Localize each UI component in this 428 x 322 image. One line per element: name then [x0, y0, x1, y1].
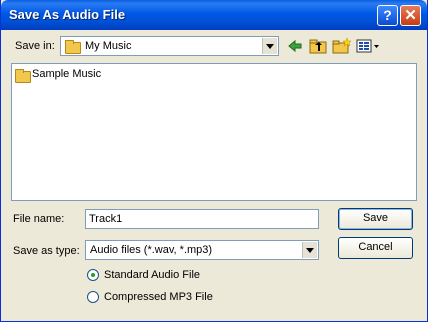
up-folder-icon[interactable] [309, 38, 327, 54]
compressed-mp3-option[interactable]: Compressed MP3 File [87, 290, 247, 305]
chevron-down-icon[interactable] [262, 38, 277, 54]
save-as-type-value: Audio files (*.wav, *.mp3) [90, 244, 213, 256]
list-item-label: Sample Music [32, 68, 102, 80]
cancel-button[interactable]: Cancel [338, 237, 413, 259]
save-as-dialog: Save As Audio File ? ✕ Save in: My Music… [0, 0, 428, 322]
view-menu-icon[interactable] [356, 38, 380, 54]
title-bar[interactable]: Save As Audio File ? ✕ [1, 0, 427, 30]
save-as-type-label: Save as type: [13, 245, 80, 257]
compressed-mp3-label: Compressed MP3 File [104, 291, 213, 303]
save-in-value: My Music [85, 40, 132, 52]
folder-icon [15, 69, 31, 83]
new-folder-icon[interactable] [332, 38, 352, 54]
save-in-dropdown[interactable]: My Music [60, 36, 279, 56]
standard-audio-option[interactable]: Standard Audio File [87, 268, 247, 283]
back-arrow-icon[interactable] [287, 38, 303, 54]
standard-audio-radio[interactable] [87, 269, 99, 281]
save-as-type-dropdown[interactable]: Audio files (*.wav, *.mp3) [85, 240, 319, 260]
close-button[interactable]: ✕ [400, 5, 421, 26]
save-button[interactable]: Save [338, 208, 413, 230]
list-item[interactable]: Sample Music [14, 68, 134, 83]
save-in-label: Save in: [15, 40, 55, 52]
file-name-input[interactable] [85, 209, 319, 229]
standard-audio-label: Standard Audio File [104, 269, 201, 281]
help-button[interactable]: ? [377, 5, 398, 26]
music-folder-icon [65, 40, 81, 54]
file-name-label: File name: [13, 213, 65, 225]
window-title: Save As Audio File [9, 7, 126, 22]
chevron-down-icon[interactable] [302, 242, 317, 258]
file-list[interactable]: Sample Music [11, 63, 417, 201]
compressed-mp3-radio[interactable] [87, 291, 99, 303]
